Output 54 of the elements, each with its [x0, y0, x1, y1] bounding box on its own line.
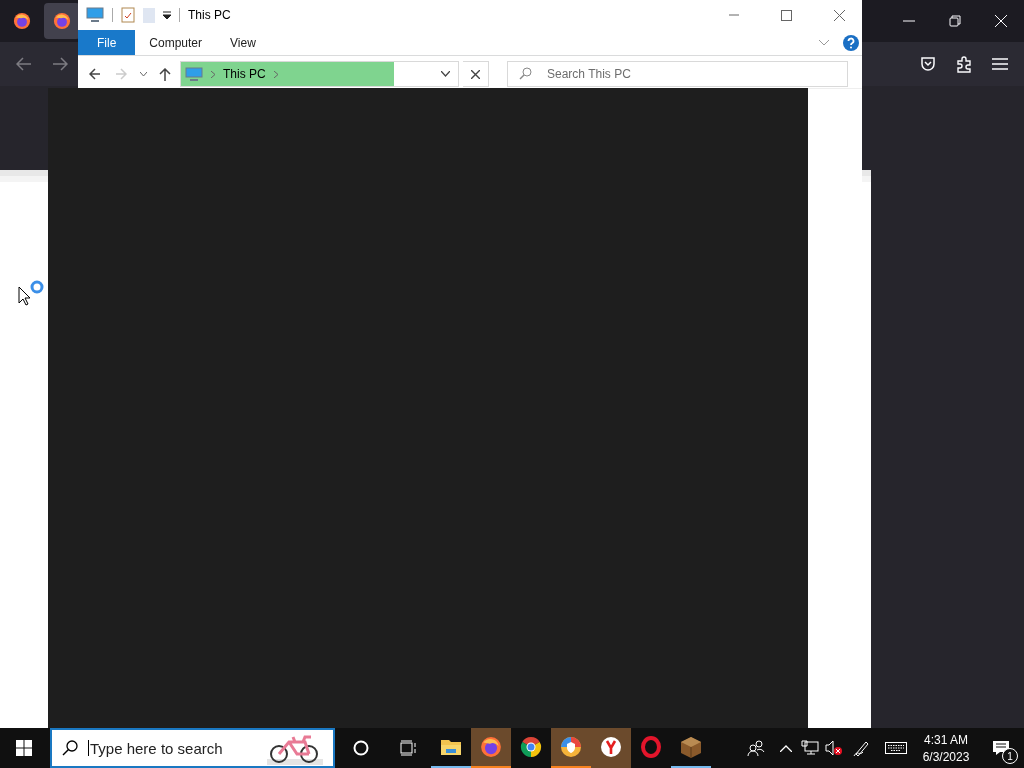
search-icon [519, 67, 532, 80]
ribbon-tab[interactable]: Computer [135, 30, 217, 55]
maximize-icon[interactable] [781, 9, 792, 21]
clock-time[interactable]: 4:31 AM [924, 732, 968, 747]
puzzle-piece-icon[interactable] [956, 55, 972, 73]
chevron-down-icon[interactable] [139, 71, 147, 77]
menu-icon[interactable] [992, 58, 1008, 70]
people-icon[interactable] [747, 740, 765, 756]
browser-tab[interactable] [44, 3, 80, 39]
window-title: This PC [188, 8, 231, 22]
flame-globe-icon [53, 12, 71, 30]
crate-icon [680, 736, 702, 758]
notification-button[interactable]: 1 [978, 728, 1024, 768]
close-icon[interactable] [471, 69, 480, 79]
ring-icon [640, 736, 662, 758]
circle-icon[interactable] [353, 740, 369, 756]
y-logo-icon [600, 736, 622, 758]
notification-count: 1 [1002, 748, 1018, 764]
shield-globe-icon [560, 736, 582, 758]
chevron-down-icon[interactable] [441, 71, 450, 77]
flame-globe-icon [480, 736, 502, 758]
computer-icon [185, 67, 203, 81]
loading-icon [30, 280, 44, 294]
help-icon[interactable] [843, 34, 859, 51]
flame-globe-icon [13, 12, 31, 30]
chevron-up-icon[interactable] [780, 744, 792, 752]
restore-icon[interactable] [949, 15, 961, 27]
task-view-icon[interactable] [399, 740, 417, 756]
taskbar-app[interactable] [551, 728, 591, 768]
ribbon-tab[interactable]: File [78, 30, 136, 55]
pen-icon[interactable] [853, 739, 871, 757]
network-icon[interactable] [801, 740, 819, 756]
clock-date[interactable]: 6/3/2023 [922, 749, 970, 764]
ribbon-tab[interactable]: View [216, 30, 270, 55]
properties-icon[interactable] [121, 7, 135, 23]
pocket-icon[interactable] [920, 56, 936, 72]
chevron-right-icon [211, 70, 215, 78]
circle-globe-icon [520, 736, 542, 758]
search-icon [62, 740, 78, 756]
back-arrow-icon[interactable] [89, 68, 101, 80]
address-bar[interactable]: This PC [180, 61, 459, 87]
text-cursor [88, 740, 89, 756]
dropdown-arrow-icon[interactable] [163, 11, 171, 19]
speaker-muted-icon[interactable] [825, 740, 843, 756]
cursor-icon [18, 286, 30, 306]
breadcrumb[interactable]: This PC [223, 67, 266, 81]
computer-icon[interactable] [86, 7, 104, 23]
keyboard-icon[interactable] [885, 742, 907, 754]
chevron-right-icon [273, 70, 278, 78]
windows-logo-icon [16, 740, 32, 756]
folder-icon [440, 738, 462, 756]
taskbar-app[interactable] [591, 728, 631, 768]
up-arrow-icon[interactable] [159, 67, 171, 81]
forward-arrow-icon[interactable] [52, 57, 68, 71]
